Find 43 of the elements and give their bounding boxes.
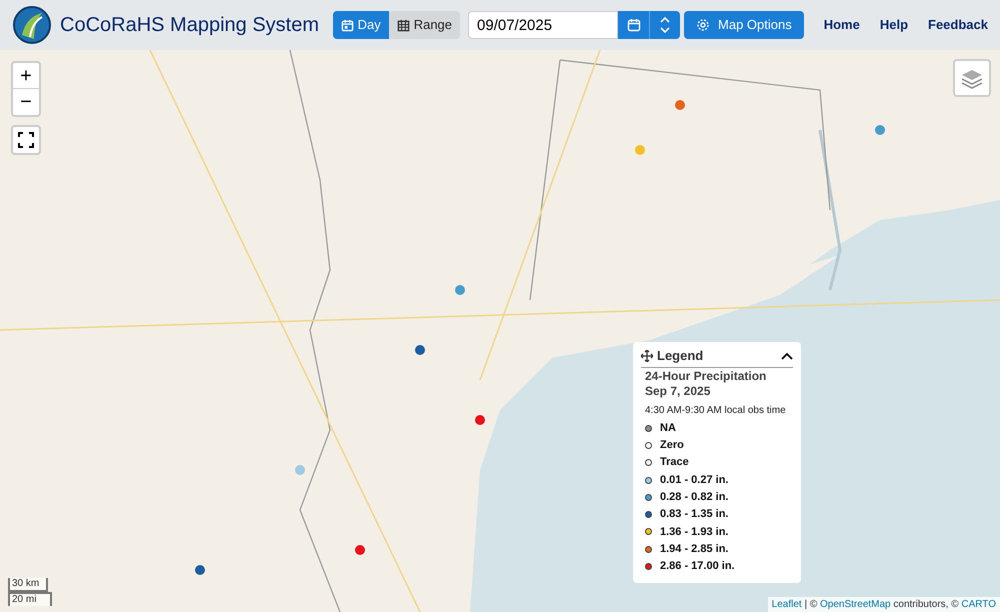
legend-label: NA	[660, 420, 676, 436]
app-title: CoCoRaHS Mapping System	[60, 13, 319, 38]
collapse-button[interactable]	[781, 352, 793, 360]
legend-date: Sep 7, 2025	[645, 384, 712, 398]
attribution-link[interactable]: Leaflet	[772, 599, 802, 610]
gear-icon	[696, 18, 710, 32]
legend-label: 0.01 - 0.27 in.	[660, 472, 728, 488]
zoom-in-button[interactable]: +	[13, 63, 39, 89]
nav-link[interactable]: Feedback	[928, 15, 988, 35]
legend-label: 1.36 - 1.93 in.	[660, 524, 728, 540]
legend-label: Zero	[660, 438, 684, 454]
fullscreen-button[interactable]	[11, 125, 41, 155]
calendar-icon	[626, 18, 641, 32]
legend-label: 0.83 - 1.35 in.	[660, 507, 728, 522]
fullscreen-icon	[18, 132, 34, 148]
legend-heading: 24-Hour Precipitation	[645, 368, 768, 384]
mode-tab[interactable]: Day	[332, 11, 389, 39]
scale-bar: 20 mi	[8, 592, 52, 606]
mode-tab[interactable]: Range	[388, 11, 460, 39]
move-icon[interactable]	[641, 350, 653, 362]
legend-title: Legend	[657, 347, 704, 365]
legend-time: 4:30 AM-9:30 AM local obs time	[645, 404, 787, 418]
attribution-link[interactable]: OpenStreetMap	[820, 599, 891, 610]
date-field[interactable]: 09/07/2025	[468, 11, 618, 39]
legend-label: 1.94 - 2.85 in.	[660, 542, 728, 557]
nav-link[interactable]: Home	[824, 15, 860, 35]
legend-label: Trace	[660, 455, 689, 470]
nav-link[interactable]: Help	[880, 15, 908, 35]
legend-label: 2.86 - 17.00 in.	[660, 559, 735, 574]
logo-icon	[12, 5, 52, 45]
calendar-button[interactable]	[618, 11, 650, 39]
attribution-text: Leaflet | © OpenStreetMap contributors, © CARTO	[768, 597, 1000, 612]
calendar-grid-icon	[396, 18, 410, 32]
map-options-button[interactable]: Map Options	[684, 11, 804, 39]
layers-button[interactable]	[953, 59, 991, 97]
scale-bar: 30 km	[8, 578, 48, 592]
legend-label: 0.28 - 0.82 in.	[660, 490, 728, 506]
date-stepper[interactable]	[650, 11, 680, 39]
attribution-link[interactable]: CARTO	[961, 599, 996, 610]
calendar-icon	[340, 18, 354, 32]
up-down-icon	[659, 15, 672, 35]
zoom-out-button[interactable]: −	[13, 89, 39, 115]
chevron-icon	[781, 352, 793, 360]
